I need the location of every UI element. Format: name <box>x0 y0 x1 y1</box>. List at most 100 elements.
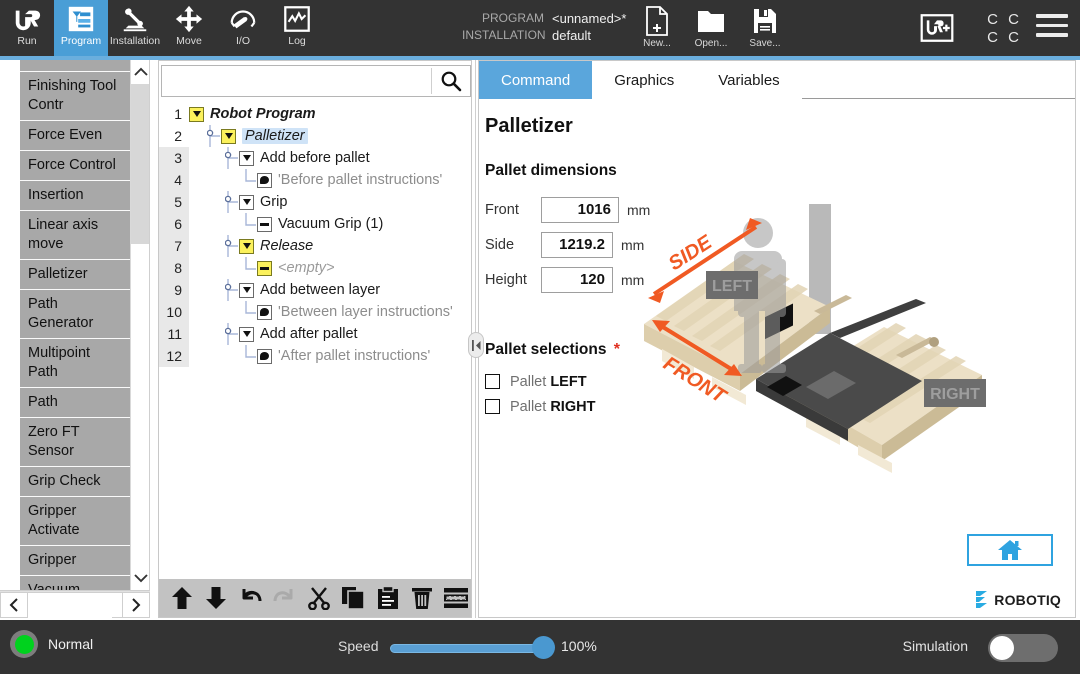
search-button[interactable] <box>432 66 470 96</box>
pallet-left-checkbox[interactable] <box>485 374 500 389</box>
delete-trash-icon <box>411 586 433 610</box>
sidebar-horizontal-scrollbar[interactable] <box>0 590 150 618</box>
tree-row[interactable]: 2Palletizer <box>159 125 471 147</box>
sidebar-scroll-thumb[interactable] <box>131 84 150 244</box>
sidebar-item-linear-axis-move[interactable]: Linear axis move <box>20 211 130 260</box>
nav-item-program[interactable]: Program <box>54 0 108 56</box>
program-icon <box>66 4 96 34</box>
front-dimension-input[interactable] <box>541 197 619 223</box>
expand-collapse-toggle[interactable] <box>221 129 236 144</box>
tree-row[interactable]: 5Grip <box>159 191 471 213</box>
move-up-button[interactable] <box>167 582 196 614</box>
panel-splitter-handle[interactable] <box>468 332 484 358</box>
tree-indent-spacer <box>189 257 243 279</box>
expand-collapse-toggle[interactable] <box>189 107 204 122</box>
copy-button[interactable] <box>339 582 368 614</box>
new-program-button[interactable]: New... <box>630 2 684 54</box>
sidebar-item-grip-check[interactable]: Grip Check <box>20 467 130 497</box>
paste-button[interactable] <box>373 582 402 614</box>
sidebar-scroll-up-button[interactable] <box>131 60 150 84</box>
tree-row[interactable]: 7Release <box>159 235 471 257</box>
program-key-label: PROGRAM <box>462 10 544 27</box>
dimension-row: Frontmm <box>485 194 705 225</box>
sidebar-item-gripper[interactable]: Gripper <box>20 546 130 576</box>
tab-variables[interactable]: Variables <box>696 61 801 99</box>
tree-row[interactable]: 9Add between layer <box>159 279 471 301</box>
status-quadrant-indicator[interactable]: C C C C <box>982 10 1024 46</box>
suppress-button[interactable] <box>442 582 471 614</box>
sidebar-item-finishing-tool-contr[interactable]: Finishing Tool Contr <box>20 72 130 121</box>
height-dimension-input[interactable] <box>541 267 613 293</box>
tree-row[interactable]: 6Vacuum Grip (1) <box>159 213 471 235</box>
hamburger-menu-icon[interactable] <box>1036 14 1068 42</box>
tree-row-content: Add between layer <box>189 279 471 301</box>
undo-button[interactable] <box>236 582 265 614</box>
program-tree[interactable]: 1Robot Program2Palletizer3Add before pal… <box>159 103 471 593</box>
tree-row[interactable]: 10'Between layer instructions' <box>159 301 471 323</box>
redo-button[interactable] <box>270 582 299 614</box>
nav-item-run[interactable]: Run <box>0 0 54 56</box>
sidebar-item-path[interactable]: Path <box>20 388 130 418</box>
move-down-button[interactable] <box>201 582 230 614</box>
save-program-button[interactable]: Save... <box>738 2 792 54</box>
delete-button[interactable] <box>407 582 436 614</box>
expand-collapse-toggle[interactable] <box>239 327 254 342</box>
sidebar-item-insertion[interactable]: Insertion <box>20 181 130 211</box>
tree-row[interactable]: 12'After pallet instructions' <box>159 345 471 367</box>
sidebar-item-zero-ft-sensor[interactable]: Zero FT Sensor <box>20 418 130 467</box>
sidebar-item-vacuum[interactable]: Vacuum <box>20 576 130 590</box>
suppress-icon <box>443 587 469 609</box>
tree-search-box[interactable] <box>161 65 471 97</box>
sidebar-item-find-surface[interactable]: Find Surface <box>20 60 130 72</box>
expand-collapse-toggle[interactable] <box>239 195 254 210</box>
nav-item-move[interactable]: Move <box>162 0 216 56</box>
home-button[interactable] <box>967 534 1053 566</box>
speed-slider-track[interactable] <box>390 644 550 653</box>
tree-row[interactable]: 4'Before pallet instructions' <box>159 169 471 191</box>
sidebar-item-label: Multipoint Path <box>28 344 122 382</box>
nav-item-io[interactable]: I/O <box>216 0 270 56</box>
sidebar-hscroll-right-button[interactable] <box>122 592 150 618</box>
tree-row[interactable]: 1Robot Program <box>159 103 471 125</box>
sidebar-item-multipoint-path[interactable]: Multipoint Path <box>20 339 130 388</box>
expand-collapse-toggle[interactable] <box>239 151 254 166</box>
tab-graphics[interactable]: Graphics <box>592 61 696 99</box>
simulation-toggle[interactable] <box>988 634 1058 662</box>
tree-connector <box>225 279 239 301</box>
sidebar-scroll-down-button[interactable] <box>131 566 150 590</box>
sidebar-item-force-control[interactable]: Force Control <box>20 151 130 181</box>
cut-button[interactable] <box>304 582 333 614</box>
pallet-right-checkbox[interactable] <box>485 399 500 414</box>
expand-collapse-toggle[interactable] <box>239 239 254 254</box>
sidebar-item-label: Finishing Tool Contr <box>28 77 122 115</box>
left-pallet-badge: LEFT <box>706 271 758 299</box>
sidebar-hscroll-track[interactable] <box>28 592 122 618</box>
nav-item-log[interactable]: Log <box>270 0 324 56</box>
tree-row[interactable]: 8<empty> <box>159 257 471 279</box>
sidebar-item-force-even[interactable]: Force Even <box>20 121 130 151</box>
tree-row[interactable]: 11Add after pallet <box>159 323 471 345</box>
panel-body: Palletizer Pallet dimensions <box>479 99 1075 618</box>
installation-key-label: INSTALLATION <box>462 27 544 44</box>
pallet-left-checkbox-row[interactable]: Pallet LEFT <box>485 369 620 394</box>
search-input[interactable] <box>162 67 431 95</box>
sidebar-vertical-scrollbar[interactable] <box>130 60 150 590</box>
sidebar-hscroll-left-button[interactable] <box>0 592 28 618</box>
sidebar-item-gripper-activate[interactable]: Gripper Activate <box>20 497 130 546</box>
tab-command[interactable]: Command <box>479 61 592 99</box>
dimension-unit: mm <box>627 202 650 218</box>
side-dimension-input[interactable] <box>541 232 613 258</box>
tree-row[interactable]: 3Add before pallet <box>159 147 471 169</box>
pallet-right-checkbox-row[interactable]: Pallet RIGHT <box>485 394 620 419</box>
sidebar-item-palletizer[interactable]: Palletizer <box>20 260 130 290</box>
tree-connector <box>243 301 257 323</box>
ur-plus-icon[interactable] <box>920 13 954 43</box>
sidebar-item-label: Linear axis move <box>28 216 122 254</box>
move-up-icon <box>171 586 193 610</box>
nav-item-installation[interactable]: Installation <box>108 0 162 56</box>
sidebar-item-path-generator[interactable]: Path Generator <box>20 290 130 339</box>
expand-collapse-toggle[interactable] <box>239 283 254 298</box>
speed-slider-knob[interactable] <box>532 636 555 659</box>
sidebar-hscroll-thumb[interactable] <box>28 593 112 619</box>
open-program-button[interactable]: Open... <box>684 2 738 54</box>
